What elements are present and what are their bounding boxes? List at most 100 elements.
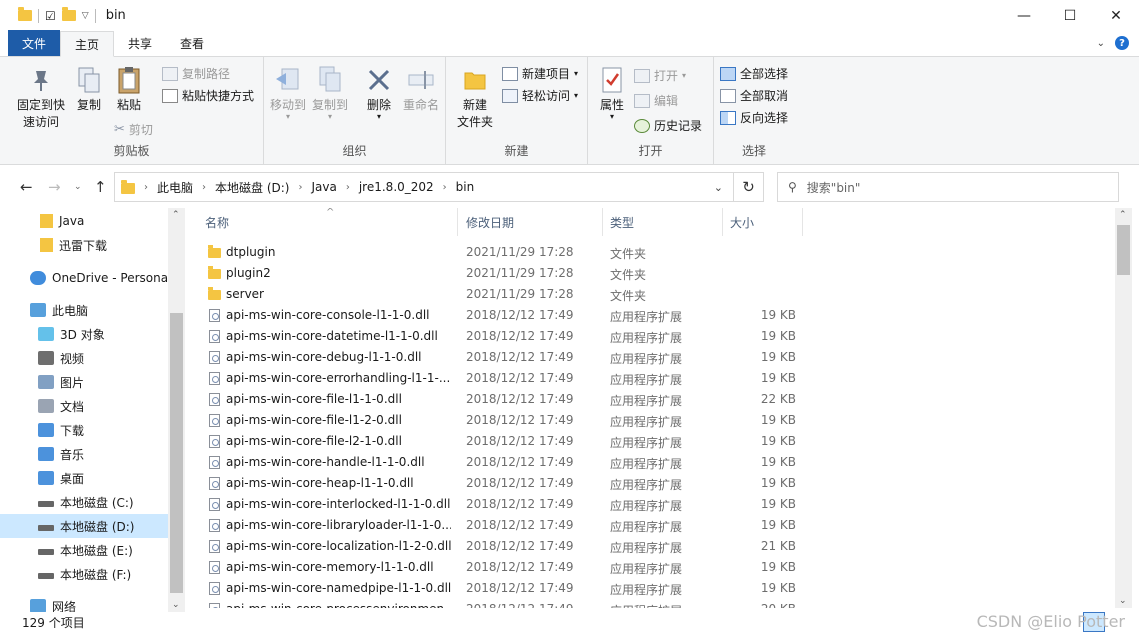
nav-item[interactable]: 本地磁盘 (F:) [0, 562, 168, 586]
rename-button[interactable]: 重命名 [400, 65, 442, 114]
new-folder-quick-icon[interactable] [61, 7, 76, 21]
nav-item[interactable]: 网络 [0, 594, 168, 613]
file-row[interactable]: api-ms-win-core-debug-l1-1-0.dll 2018/12/… [195, 347, 1095, 368]
file-size: 19 KB [760, 455, 796, 469]
properties-button[interactable]: 属性 ▾ [594, 65, 630, 121]
file-row[interactable]: api-ms-win-core-console-l1-1-0.dll 2018/1… [195, 305, 1095, 326]
nav-item[interactable]: 视频 [0, 346, 168, 370]
column-header-name[interactable]: 名称 [205, 208, 229, 236]
file-row[interactable]: api-ms-win-core-namedpipe-l1-1-0.dll 2018… [195, 578, 1095, 599]
column-header-type[interactable]: 类型 [610, 208, 634, 236]
nav-item[interactable]: 图片 [0, 370, 168, 394]
tab-view[interactable]: 查看 [166, 31, 218, 56]
nav-item[interactable]: 3D 对象 [0, 322, 168, 346]
file-list-scrollbar[interactable]: ⌃ ⌄ [1115, 208, 1132, 608]
invert-selection-button[interactable]: 反向选择 [720, 109, 788, 126]
nav-item[interactable]: 本地磁盘 (E:) [0, 538, 168, 562]
properties-quick-icon[interactable]: ☑ [45, 9, 56, 23]
tab-home[interactable]: 主页 [60, 31, 115, 57]
file-row[interactable]: api-ms-win-core-libraryloader-l1-1-0....… [195, 515, 1095, 536]
file-row[interactable]: server 2021/11/29 17:28 文件夹 [195, 284, 1095, 305]
file-row[interactable]: api-ms-win-core-localization-l1-2-0.dll 2… [195, 536, 1095, 557]
column-header-size[interactable]: 大小 [730, 208, 754, 236]
chevron-right-icon[interactable]: › [298, 182, 302, 193]
breadcrumb-this-pc[interactable]: 此电脑 [157, 179, 193, 196]
chevron-down-icon[interactable]: ▽ [82, 11, 89, 21]
easy-access-button[interactable]: 轻松访问 ▾ [502, 87, 578, 104]
search-input[interactable]: ⚲ 搜索"bin" [777, 172, 1119, 202]
breadcrumb-java[interactable]: Java [311, 180, 336, 194]
copy-to-button[interactable]: 复制到 ▾ [310, 65, 350, 121]
paste-shortcut-button[interactable]: 粘贴快捷方式 [162, 87, 254, 104]
paste-button[interactable]: 粘贴 [110, 65, 148, 114]
close-button[interactable]: ✕ [1093, 0, 1139, 31]
nav-item[interactable]: 迅雷下载 [0, 233, 168, 257]
refresh-button[interactable]: ↻ [734, 172, 764, 202]
file-row[interactable]: api-ms-win-core-interlocked-l1-1-0.dll 20… [195, 494, 1095, 515]
nav-item[interactable]: 桌面 [0, 466, 168, 490]
minimize-button[interactable]: — [1001, 0, 1047, 31]
scroll-down-icon[interactable]: ⌄ [1119, 596, 1127, 606]
nav-item[interactable]: 本地磁盘 (C:) [0, 490, 168, 514]
new-item-button[interactable]: 新建项目 ▾ [502, 65, 578, 82]
back-arrow-icon[interactable]: ← [20, 178, 33, 196]
scroll-up-icon[interactable]: ⌃ [172, 210, 180, 220]
nav-item[interactable]: 音乐 [0, 442, 168, 466]
nav-item[interactable]: 下载 [0, 418, 168, 442]
file-row[interactable]: api-ms-win-core-file-l1-2-0.dll 2018/12/1… [195, 410, 1095, 431]
nav-item[interactable]: 文档 [0, 394, 168, 418]
address-dropdown-icon[interactable]: ⌄ [714, 181, 723, 194]
breadcrumb-drive-d[interactable]: 本地磁盘 (D:) [215, 179, 289, 196]
file-row[interactable]: api-ms-win-core-datetime-l1-1-0.dll 2018/… [195, 326, 1095, 347]
help-icon[interactable]: ? [1115, 36, 1129, 50]
up-arrow-icon[interactable]: ↑ [94, 178, 107, 196]
file-row[interactable]: dtplugin 2021/11/29 17:28 文件夹 [195, 242, 1095, 263]
chevron-down-icon[interactable]: ⌄ [1097, 38, 1105, 49]
chevron-right-icon[interactable]: › [144, 182, 148, 193]
move-to-button[interactable]: 移动到 ▾ [268, 65, 308, 121]
cut-button[interactable]: ✂ 剪切 [114, 121, 153, 138]
file-row[interactable]: api-ms-win-core-heap-l1-1-0.dll 2018/12/1… [195, 473, 1095, 494]
pin-quick-access-button[interactable]: 固定到快 速访问 [10, 65, 72, 131]
nav-item[interactable]: 本地磁盘 (D:) [0, 514, 168, 538]
select-none-button[interactable]: 全部取消 [720, 87, 788, 104]
nav-item[interactable]: 此电脑 [0, 298, 168, 322]
file-row[interactable]: plugin2 2021/11/29 17:28 文件夹 [195, 263, 1095, 284]
maximize-button[interactable]: ☐ [1047, 0, 1093, 31]
breadcrumb-bin[interactable]: bin [456, 180, 475, 194]
chevron-right-icon[interactable]: › [202, 182, 206, 193]
file-scroll-thumb[interactable] [1117, 225, 1130, 275]
nav-item[interactable]: Java [0, 209, 168, 233]
forward-arrow-icon[interactable]: → [48, 178, 61, 196]
nav-scroll-thumb[interactable] [170, 313, 183, 593]
file-row[interactable]: api-ms-win-core-errorhandling-l1-1-... 20… [195, 368, 1095, 389]
column-header-date[interactable]: 修改日期 [466, 208, 514, 236]
file-row[interactable]: api-ms-win-core-processenvironmen... 2018… [195, 599, 1095, 608]
nav-item[interactable]: OneDrive - Persona [0, 266, 168, 290]
organize-group: 移动到 ▾ 复制到 ▾ 删除 ▾ 重命名 组织 [264, 57, 446, 165]
address-bar[interactable]: › 此电脑 › 本地磁盘 (D:) › Java › jre1.8.0_202 … [114, 172, 734, 202]
breadcrumb-jre[interactable]: jre1.8.0_202 [359, 180, 434, 194]
nav-item-label: 此电脑 [52, 303, 89, 318]
nav-scrollbar[interactable]: ⌃ ⌄ [168, 208, 185, 612]
tab-file[interactable]: 文件 [8, 30, 61, 56]
file-row[interactable]: api-ms-win-core-memory-l1-1-0.dll 2018/12… [195, 557, 1095, 578]
copy-path-button[interactable]: 复制路径 [162, 65, 230, 82]
new-folder-button[interactable]: 新建 文件夹 [454, 65, 496, 131]
scroll-up-icon[interactable]: ⌃ [1119, 210, 1127, 220]
file-row[interactable]: api-ms-win-core-handle-l1-1-0.dll 2018/12… [195, 452, 1095, 473]
delete-button[interactable]: 删除 ▾ [362, 65, 396, 121]
chevron-right-icon[interactable]: › [346, 182, 350, 193]
copy-button[interactable]: 复制 [72, 65, 106, 114]
recent-chevron-icon[interactable]: ⌄ [74, 182, 82, 192]
select-all-button[interactable]: 全部选择 [720, 65, 788, 82]
file-row[interactable]: api-ms-win-core-file-l1-1-0.dll 2018/12/1… [195, 389, 1095, 410]
scroll-down-icon[interactable]: ⌄ [172, 600, 180, 610]
file-row[interactable]: api-ms-win-core-file-l2-1-0.dll 2018/12/1… [195, 431, 1095, 452]
chevron-right-icon[interactable]: › [443, 182, 447, 193]
file-name: api-ms-win-core-debug-l1-1-0.dll [226, 350, 422, 364]
edit-button[interactable]: 编辑 [634, 92, 678, 109]
history-button[interactable]: 历史记录 [634, 117, 702, 134]
open-button[interactable]: 打开 ▾ [634, 67, 686, 84]
tab-share[interactable]: 共享 [114, 31, 166, 56]
